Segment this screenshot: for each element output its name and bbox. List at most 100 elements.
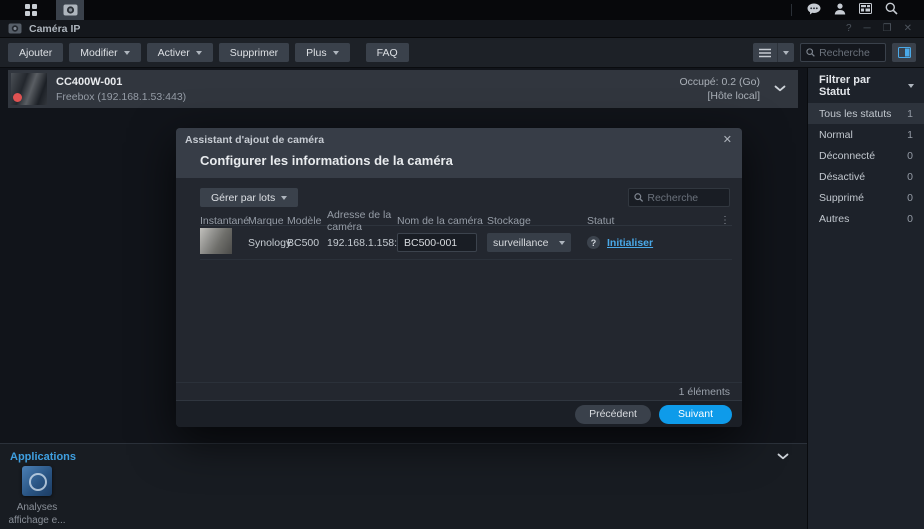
chat-bubble-icon	[807, 3, 821, 15]
status-filter-normal[interactable]: Normal 1	[808, 124, 924, 145]
status-help-icon[interactable]: ?	[587, 236, 600, 249]
add-button[interactable]: Ajouter	[8, 43, 63, 62]
analytics-app-shortcut[interactable]: Analyses affichage e...	[6, 466, 68, 527]
camera-toolbar: Ajouter Modifier Activer Supprimer Plus …	[0, 38, 924, 68]
storage-select[interactable]: surveillance	[487, 233, 571, 252]
column-options-button[interactable]: ⋮	[720, 219, 732, 223]
toolbar-right-group	[753, 43, 916, 62]
search-icon	[885, 2, 898, 15]
chevron-down-icon	[333, 51, 339, 55]
search-icon	[806, 47, 815, 58]
main-menu-button[interactable]	[14, 0, 48, 20]
window-controls: ? ─ ❐ ✕	[846, 23, 916, 34]
camera-name-input[interactable]	[397, 233, 477, 252]
window-titlebar: Caméra IP ? ─ ❐ ✕	[0, 20, 924, 38]
camera-model: BC500	[287, 237, 327, 249]
camera-search-box[interactable]	[800, 43, 886, 62]
enable-button-label: Activer	[158, 47, 190, 59]
list-view-icon	[759, 48, 771, 58]
status-filter-label: Déconnecté	[819, 150, 875, 162]
view-mode-button[interactable]	[753, 43, 794, 62]
camera-usage-size: Occupé: 0.2 (Go)	[679, 75, 760, 89]
edit-button[interactable]: Modifier	[69, 43, 140, 62]
initialize-link[interactable]: Initialiser	[607, 237, 653, 249]
storage-select-value: surveillance	[493, 237, 548, 249]
camera-window-icon	[8, 23, 22, 34]
delete-button[interactable]: Supprimer	[219, 43, 289, 62]
camera-table-row: Synology BC500 192.168.1.158:443 ✎ surve…	[200, 226, 732, 260]
add-button-label: Ajouter	[19, 47, 52, 59]
camera-thumbnail	[11, 73, 47, 105]
help-button[interactable]: ?	[846, 23, 852, 34]
notifications-button[interactable]	[807, 3, 821, 18]
delete-button-label: Supprimer	[230, 47, 278, 59]
collapse-applications-button[interactable]	[777, 451, 789, 463]
dialog-heading: Configurer les informations de la caméra	[200, 153, 453, 168]
toggle-side-panel-button[interactable]	[892, 43, 916, 62]
minimize-button[interactable]: ─	[864, 23, 871, 34]
status-filter-others[interactable]: Autres 0	[808, 208, 924, 229]
status-filter-all[interactable]: Tous les statuts 1	[808, 103, 924, 124]
status-filter-disconnected[interactable]: Déconnecté 0	[808, 145, 924, 166]
dialog-title: Assistant d'ajout de caméra	[185, 134, 324, 146]
dialog-header: Assistant d'ajout de caméra ✕ Configurer…	[176, 128, 742, 178]
chevron-down-icon	[559, 241, 565, 245]
camera-search-input[interactable]	[819, 47, 880, 59]
enable-button[interactable]: Activer	[147, 43, 213, 62]
widgets-button[interactable]	[859, 3, 872, 17]
items-count: 1 éléments	[679, 386, 730, 398]
desktop-search-button[interactable]	[885, 2, 898, 18]
taskbar-separator	[791, 4, 792, 16]
status-filter-count: 0	[907, 150, 913, 162]
status-filter-count: 0	[907, 171, 913, 183]
search-icon	[634, 192, 643, 203]
camera-usage-host: [Hôte local]	[679, 89, 760, 103]
next-button[interactable]: Suivant	[659, 405, 732, 424]
faq-button[interactable]: FAQ	[366, 43, 409, 62]
camera-name: CC400W-001	[56, 76, 186, 88]
status-filter-deleted[interactable]: Supprimé 0	[808, 187, 924, 208]
side-panel-icon	[898, 47, 911, 58]
chevron-down-icon	[908, 84, 914, 88]
status-filter-label: Autres	[819, 213, 849, 225]
camera-app-taskbar-tab[interactable]	[56, 0, 84, 20]
chevron-down-icon	[777, 453, 789, 460]
analytics-app-icon	[22, 466, 52, 496]
expand-row-button[interactable]	[774, 83, 786, 95]
dialog-search-input[interactable]	[647, 192, 724, 204]
status-filter-label: Normal	[819, 129, 853, 141]
camera-usage: Occupé: 0.2 (Go) [Hôte local]	[679, 75, 760, 103]
faq-button-label: FAQ	[377, 47, 398, 59]
detected-camera-thumbnail	[200, 228, 232, 254]
more-button[interactable]: Plus	[295, 43, 349, 62]
dialog-search-box[interactable]	[628, 188, 730, 207]
user-menu-button[interactable]	[834, 3, 846, 18]
dialog-status-bar: 1 éléments	[176, 382, 742, 400]
surveillance-station-screen: Caméra IP ? ─ ❐ ✕ Ajouter Modifier Activ…	[0, 0, 924, 529]
close-window-button[interactable]: ✕	[904, 23, 912, 34]
chevron-down-icon	[281, 196, 287, 200]
batch-manage-button[interactable]: Gérer par lots	[200, 188, 298, 207]
status-filter-label: Tous les statuts	[819, 108, 891, 120]
status-filter-count: 1	[907, 108, 913, 120]
add-camera-wizard-dialog: Assistant d'ajout de caméra ✕ Configurer…	[176, 128, 742, 427]
app-caption-line2: affichage e...	[6, 514, 68, 527]
camera-brand: Synology	[248, 237, 287, 249]
status-filter-sidebar: Filtrer par Statut Tous les statuts 1 No…	[807, 68, 924, 529]
camera-list-item[interactable]: CC400W-001 Freebox (192.168.1.53:443) Oc…	[8, 70, 798, 108]
chevron-down-icon	[196, 51, 202, 55]
edit-button-label: Modifier	[80, 47, 117, 59]
chevron-down-icon	[774, 85, 786, 92]
status-filter-header[interactable]: Filtrer par Statut	[808, 68, 924, 103]
dialog-footer: Précédent Suivant	[176, 400, 742, 427]
chevron-down-icon	[783, 51, 789, 55]
restore-button[interactable]: ❐	[883, 23, 892, 34]
status-filter-label: Supprimé	[819, 192, 864, 204]
close-dialog-button[interactable]: ✕	[723, 133, 732, 146]
camera-info: CC400W-001 Freebox (192.168.1.53:443)	[56, 76, 186, 103]
previous-button[interactable]: Précédent	[575, 405, 651, 424]
user-icon	[834, 3, 846, 15]
window-title: Caméra IP	[29, 23, 80, 35]
applications-title: Applications	[10, 451, 76, 463]
status-filter-disabled[interactable]: Désactivé 0	[808, 166, 924, 187]
